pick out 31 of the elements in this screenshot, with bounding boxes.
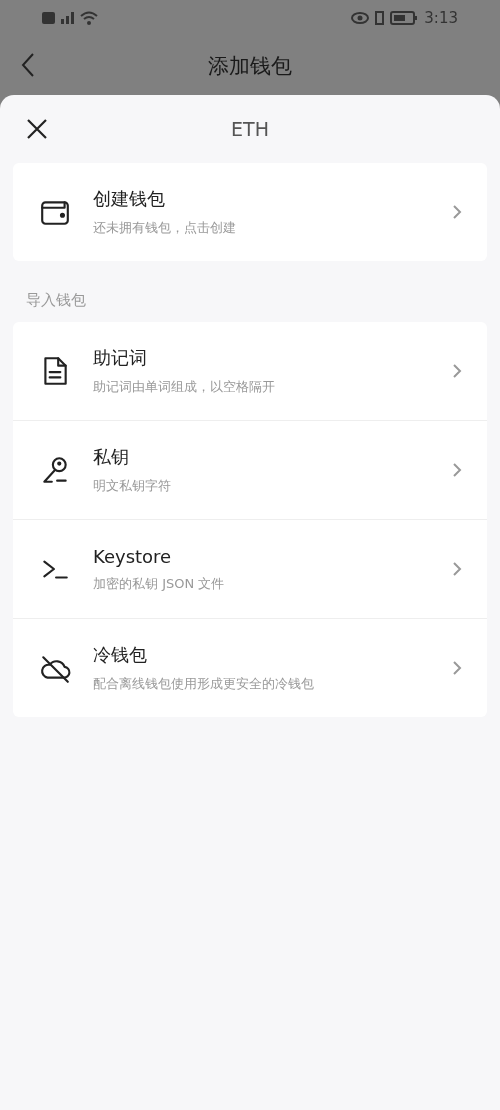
item-title: 助记词	[93, 346, 148, 370]
chevron-right-icon	[451, 560, 463, 578]
list-item[interactable]: Keystore 加密的私钥 JSON 文件	[13, 519, 487, 618]
list-item[interactable]: 冷钱包 配合离线钱包使用形成更安全的冷钱包	[13, 618, 487, 717]
list-item[interactable]: 创建钱包 还未拥有钱包，点击创建	[13, 163, 487, 261]
wifi-icon	[80, 11, 98, 25]
item-title: 私钥	[93, 445, 130, 469]
eye-icon	[351, 12, 370, 24]
list-item[interactable]: 助记词 助记词由单词组成，以空格隔开	[13, 322, 487, 420]
list-item[interactable]: 私钥 明文私钥字符	[13, 420, 487, 519]
item-subtitle: 明文私钥字符	[93, 477, 172, 495]
signal-icon	[61, 12, 74, 24]
vibrate-icon	[375, 11, 385, 25]
close-button[interactable]	[25, 117, 49, 141]
chevron-right-icon	[451, 362, 463, 380]
chevron-right-icon	[451, 203, 463, 221]
chevron-right-icon	[451, 461, 463, 479]
clock-time: 3:13	[424, 9, 458, 27]
item-subtitle: 加密的私钥 JSON 文件	[93, 574, 226, 593]
item-subtitle: 助记词由单词组成，以空格隔开	[93, 378, 276, 396]
item-title: 冷钱包	[93, 643, 148, 667]
item-subtitle: 还未拥有钱包，点击创建	[93, 219, 237, 237]
item-subtitle: 配合离线钱包使用形成更安全的冷钱包	[93, 675, 315, 693]
page-title: 添加钱包	[208, 52, 292, 80]
sheet-title: ETH	[231, 118, 269, 140]
hd-icon	[42, 12, 55, 24]
item-title: 创建钱包	[93, 187, 166, 211]
section-label: 导入钱包	[25, 290, 87, 311]
battery-icon	[390, 11, 419, 25]
item-title: Keystore	[93, 545, 173, 567]
chevron-right-icon	[451, 659, 463, 677]
